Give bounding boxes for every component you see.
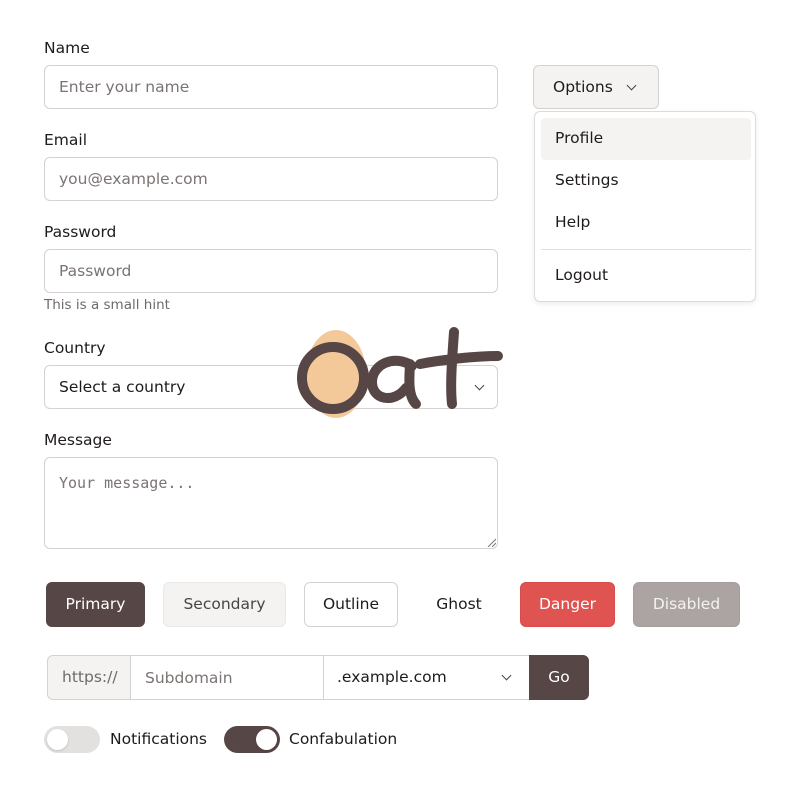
menu-item-label: Logout xyxy=(555,266,609,284)
name-label: Name xyxy=(44,39,90,57)
outline-button[interactable]: Outline xyxy=(304,582,398,627)
secondary-button[interactable]: Secondary xyxy=(163,582,286,627)
oat-logo xyxy=(297,327,503,418)
subdomain-input[interactable] xyxy=(130,655,324,700)
options-button[interactable]: Options xyxy=(533,65,659,109)
disabled-button: Disabled xyxy=(633,582,740,627)
email-label: Email xyxy=(44,131,88,149)
password-label: Password xyxy=(44,223,117,241)
ghost-button[interactable]: Ghost xyxy=(416,582,502,627)
toggle-knob xyxy=(256,729,277,750)
menu-item-label: Help xyxy=(555,213,591,231)
menu-item-settings[interactable]: Settings xyxy=(541,160,751,202)
menu-divider xyxy=(541,249,751,250)
primary-button[interactable]: Primary xyxy=(46,582,145,627)
email-input[interactable] xyxy=(44,157,498,201)
domain-select-value: .example.com xyxy=(337,668,447,686)
notifications-toggle[interactable] xyxy=(44,726,100,753)
danger-button[interactable]: Danger xyxy=(520,582,615,627)
notifications-label: Notifications xyxy=(110,730,208,748)
options-menu: Profile Settings Help Logout xyxy=(534,111,756,302)
form-page: Name Email Password This is a small hint… xyxy=(0,0,800,800)
toggle-knob xyxy=(47,729,68,750)
message-label: Message xyxy=(44,431,112,449)
menu-item-label: Settings xyxy=(555,171,619,189)
country-label: Country xyxy=(44,339,106,357)
name-input[interactable] xyxy=(44,65,498,109)
confabulation-toggle[interactable] xyxy=(224,726,280,753)
url-prefix-text: https:// xyxy=(62,668,118,686)
go-button[interactable]: Go xyxy=(529,655,589,700)
options-button-label: Options xyxy=(553,78,613,96)
chevron-down-icon xyxy=(501,670,512,681)
message-textarea[interactable] xyxy=(44,457,498,549)
logo-letter-a xyxy=(367,355,421,409)
password-hint: This is a small hint xyxy=(44,297,170,313)
password-input[interactable] xyxy=(44,249,498,293)
menu-item-label: Profile xyxy=(555,129,604,147)
confabulation-label: Confabulation xyxy=(289,730,398,748)
menu-item-profile[interactable]: Profile xyxy=(541,118,751,160)
menu-item-logout[interactable]: Logout xyxy=(541,255,751,297)
chevron-down-icon xyxy=(626,80,637,91)
menu-item-help[interactable]: Help xyxy=(541,202,751,244)
url-input-group: https:// .example.com Go xyxy=(47,655,589,700)
country-select-value: Select a country xyxy=(59,378,186,396)
url-prefix: https:// xyxy=(47,655,131,700)
domain-select[interactable]: .example.com xyxy=(323,655,530,700)
logo-letter-t xyxy=(415,327,503,409)
